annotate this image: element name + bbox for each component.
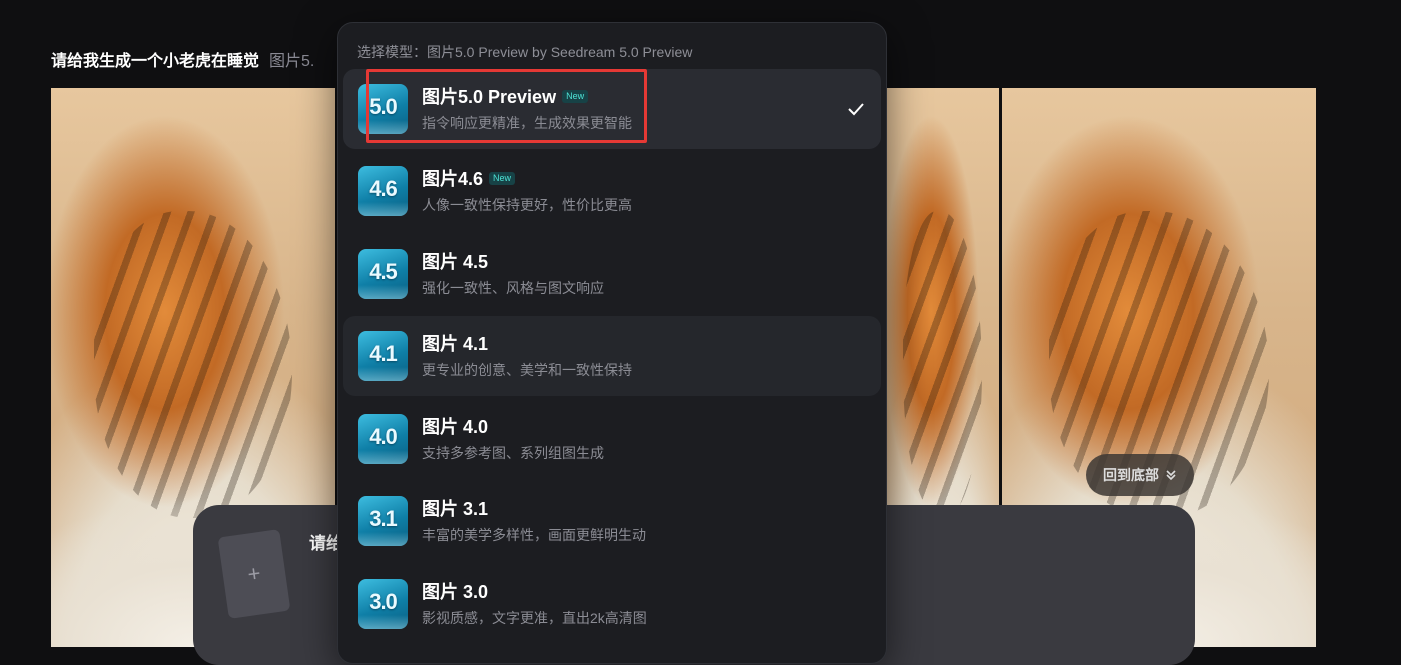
model-desc: 更专业的创意、美学和一致性保持 — [422, 362, 632, 378]
model-title: 图片 3.1 — [422, 499, 489, 519]
model-icon: 3.1 — [358, 496, 408, 546]
back-to-bottom-label: 回到底部 — [1103, 467, 1159, 483]
check-icon — [848, 103, 864, 116]
chevron-double-down-icon — [1166, 470, 1176, 481]
model-title: 图片 4.0 — [422, 417, 489, 437]
model-icon: 4.5 — [358, 249, 408, 299]
model-option-4-1[interactable]: 4.1 图片 4.1 更专业的创意、美学和一致性保持 — [343, 316, 881, 396]
model-option-4-5[interactable]: 4.5 图片 4.5 强化一致性、风格与图文响应 — [343, 234, 881, 314]
model-option-4-0[interactable]: 4.0 图片 4.0 支持多参考图、系列组图生成 — [343, 399, 881, 479]
model-desc: 强化一致性、风格与图文响应 — [422, 280, 604, 296]
new-badge: New — [489, 171, 516, 185]
model-icon: 3.0 — [358, 579, 408, 629]
prompt-meta: 图片5. — [269, 53, 315, 70]
prompt-text: 请给我生成一个小老虎在睡觉 — [51, 53, 260, 70]
model-option-4-6[interactable]: 4.6 图片4.6 New 人像一致性保持更好，性价比更高 — [343, 151, 881, 231]
prompt-line: 请给我生成一个小老虎在睡觉 图片5. — [51, 47, 314, 71]
model-option-3-1[interactable]: 3.1 图片 3.1 丰富的美学多样性，画面更鲜明生动 — [343, 481, 881, 561]
model-desc: 支持多参考图、系列组图生成 — [422, 445, 604, 461]
highlight-annotation-box — [366, 69, 647, 143]
model-option-3-0[interactable]: 3.0 图片 3.0 影视质感，文字更准，直出2k高清图 — [343, 564, 881, 644]
model-title: 图片 4.1 — [422, 334, 489, 354]
model-title: 图片 4.5 — [422, 252, 489, 272]
model-desc: 人像一致性保持更好，性价比更高 — [422, 197, 632, 213]
back-to-bottom-button[interactable]: 回到底部 — [1086, 454, 1194, 496]
model-icon: 4.0 — [358, 414, 408, 464]
model-icon: 4.1 — [358, 331, 408, 381]
model-icon: 4.6 — [358, 166, 408, 216]
model-desc: 影视质感，文字更准，直出2k高清图 — [422, 610, 647, 626]
model-title: 图片4.6 — [422, 169, 484, 189]
model-title: 图片 3.0 — [422, 582, 489, 602]
dropdown-header: 选择模型：图片5.0 Preview by Seedream 5.0 Previ… — [357, 44, 693, 60]
plus-icon: + — [245, 560, 263, 587]
upload-reference-button[interactable]: + — [217, 529, 291, 619]
model-desc: 丰富的美学多样性，画面更鲜明生动 — [422, 527, 646, 543]
